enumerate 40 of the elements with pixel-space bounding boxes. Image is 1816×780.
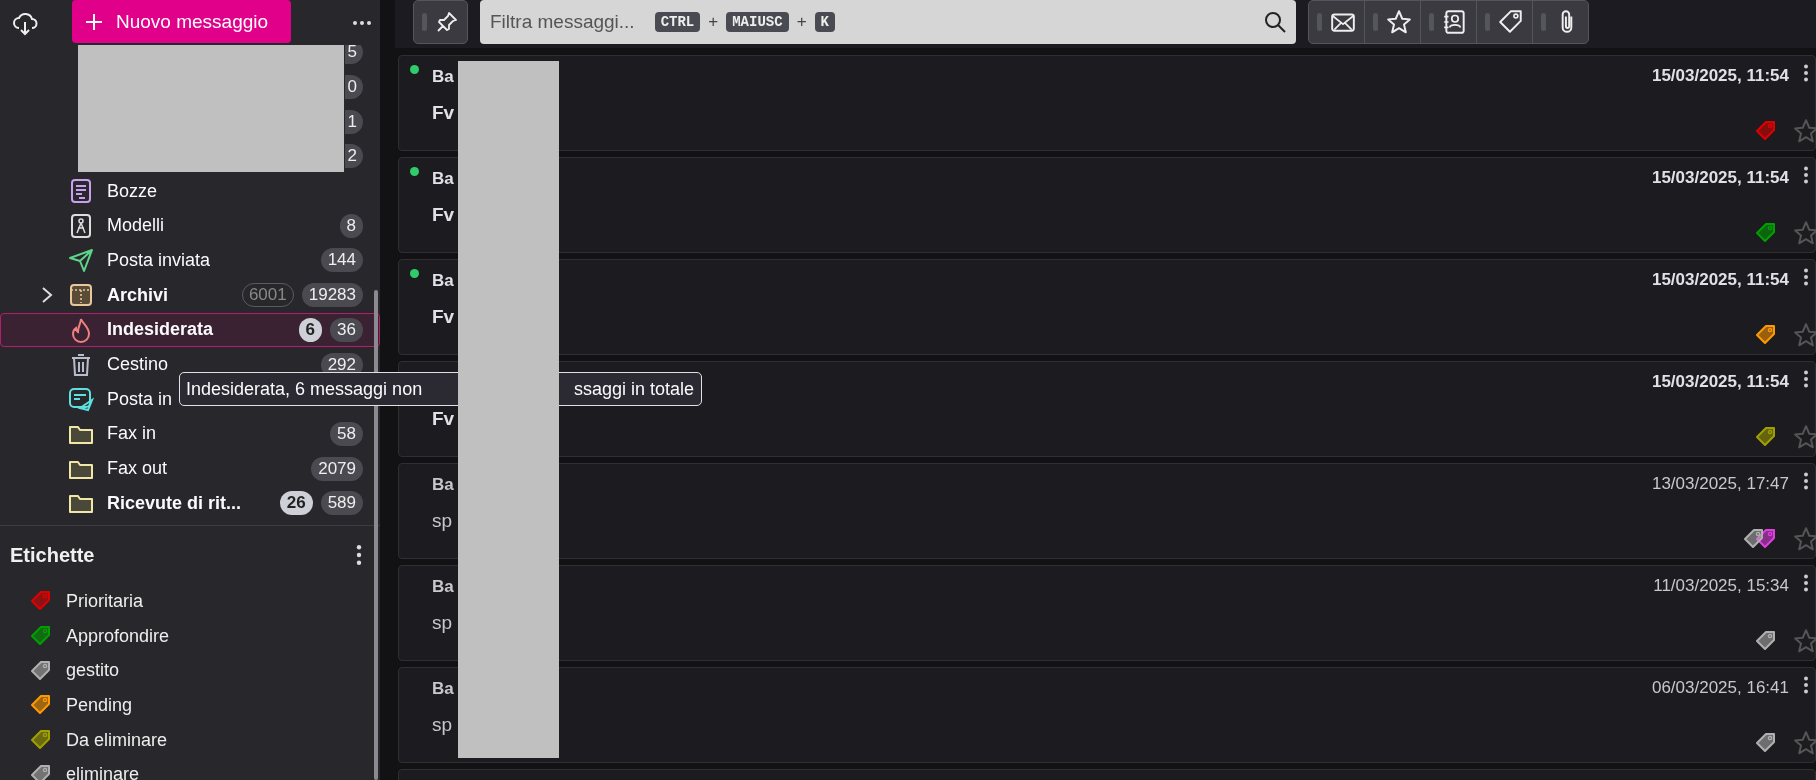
sender-name: Ba	[432, 577, 454, 597]
keyboard-key: K	[814, 12, 835, 32]
unread-count: 26	[279, 491, 313, 516]
plus-sign: +	[796, 12, 807, 32]
sender-name: Ba	[432, 169, 454, 189]
message-date: 15/03/2025, 11:54	[1651, 168, 1789, 188]
message-date: 15/03/2025, 11:54	[1651, 372, 1789, 392]
sender-name: Ba	[432, 475, 454, 495]
message-count: 58	[330, 421, 363, 446]
message-count: 8	[339, 213, 363, 238]
message-subject: sp	[432, 612, 453, 634]
sender-name: Ba	[432, 679, 454, 699]
unread-count: 6	[298, 317, 323, 342]
plus-sign: +	[708, 12, 719, 32]
keyboard-key: CTRL	[654, 12, 701, 32]
message-count: 19283	[301, 283, 363, 308]
section-heading: Etichette	[10, 543, 95, 567]
message-subject: Fv	[432, 204, 455, 226]
message-count: 2079	[311, 456, 363, 481]
keyboard-key: MAIUSC	[726, 12, 789, 32]
message-subject: Fv	[432, 408, 455, 430]
message-count: 589	[320, 491, 363, 516]
message-subject: Fv	[432, 102, 455, 124]
message-date: 06/03/2025, 16:41	[1651, 678, 1789, 698]
message-count: 2	[344, 144, 363, 169]
sender-name: Ba	[432, 67, 454, 87]
message-count: 1	[344, 109, 363, 134]
message-date: 15/03/2025, 11:54	[1651, 270, 1789, 290]
message-subject: Fv	[432, 306, 455, 328]
message-date: 13/03/2025, 17:47	[1651, 474, 1789, 494]
message-count: 0	[344, 75, 363, 100]
message-count: 36	[330, 317, 363, 342]
message-count: 5	[344, 45, 363, 65]
message-subject: sp	[432, 510, 453, 532]
message-date: 15/03/2025, 11:54	[1651, 66, 1789, 86]
sender-name: Ba	[432, 271, 454, 291]
message-count: 144	[320, 248, 363, 273]
tooltip-text: ssaggi in totale	[573, 379, 694, 400]
message-date: 11/03/2025, 15:34	[1653, 576, 1789, 596]
message-subject: sp	[432, 714, 453, 736]
